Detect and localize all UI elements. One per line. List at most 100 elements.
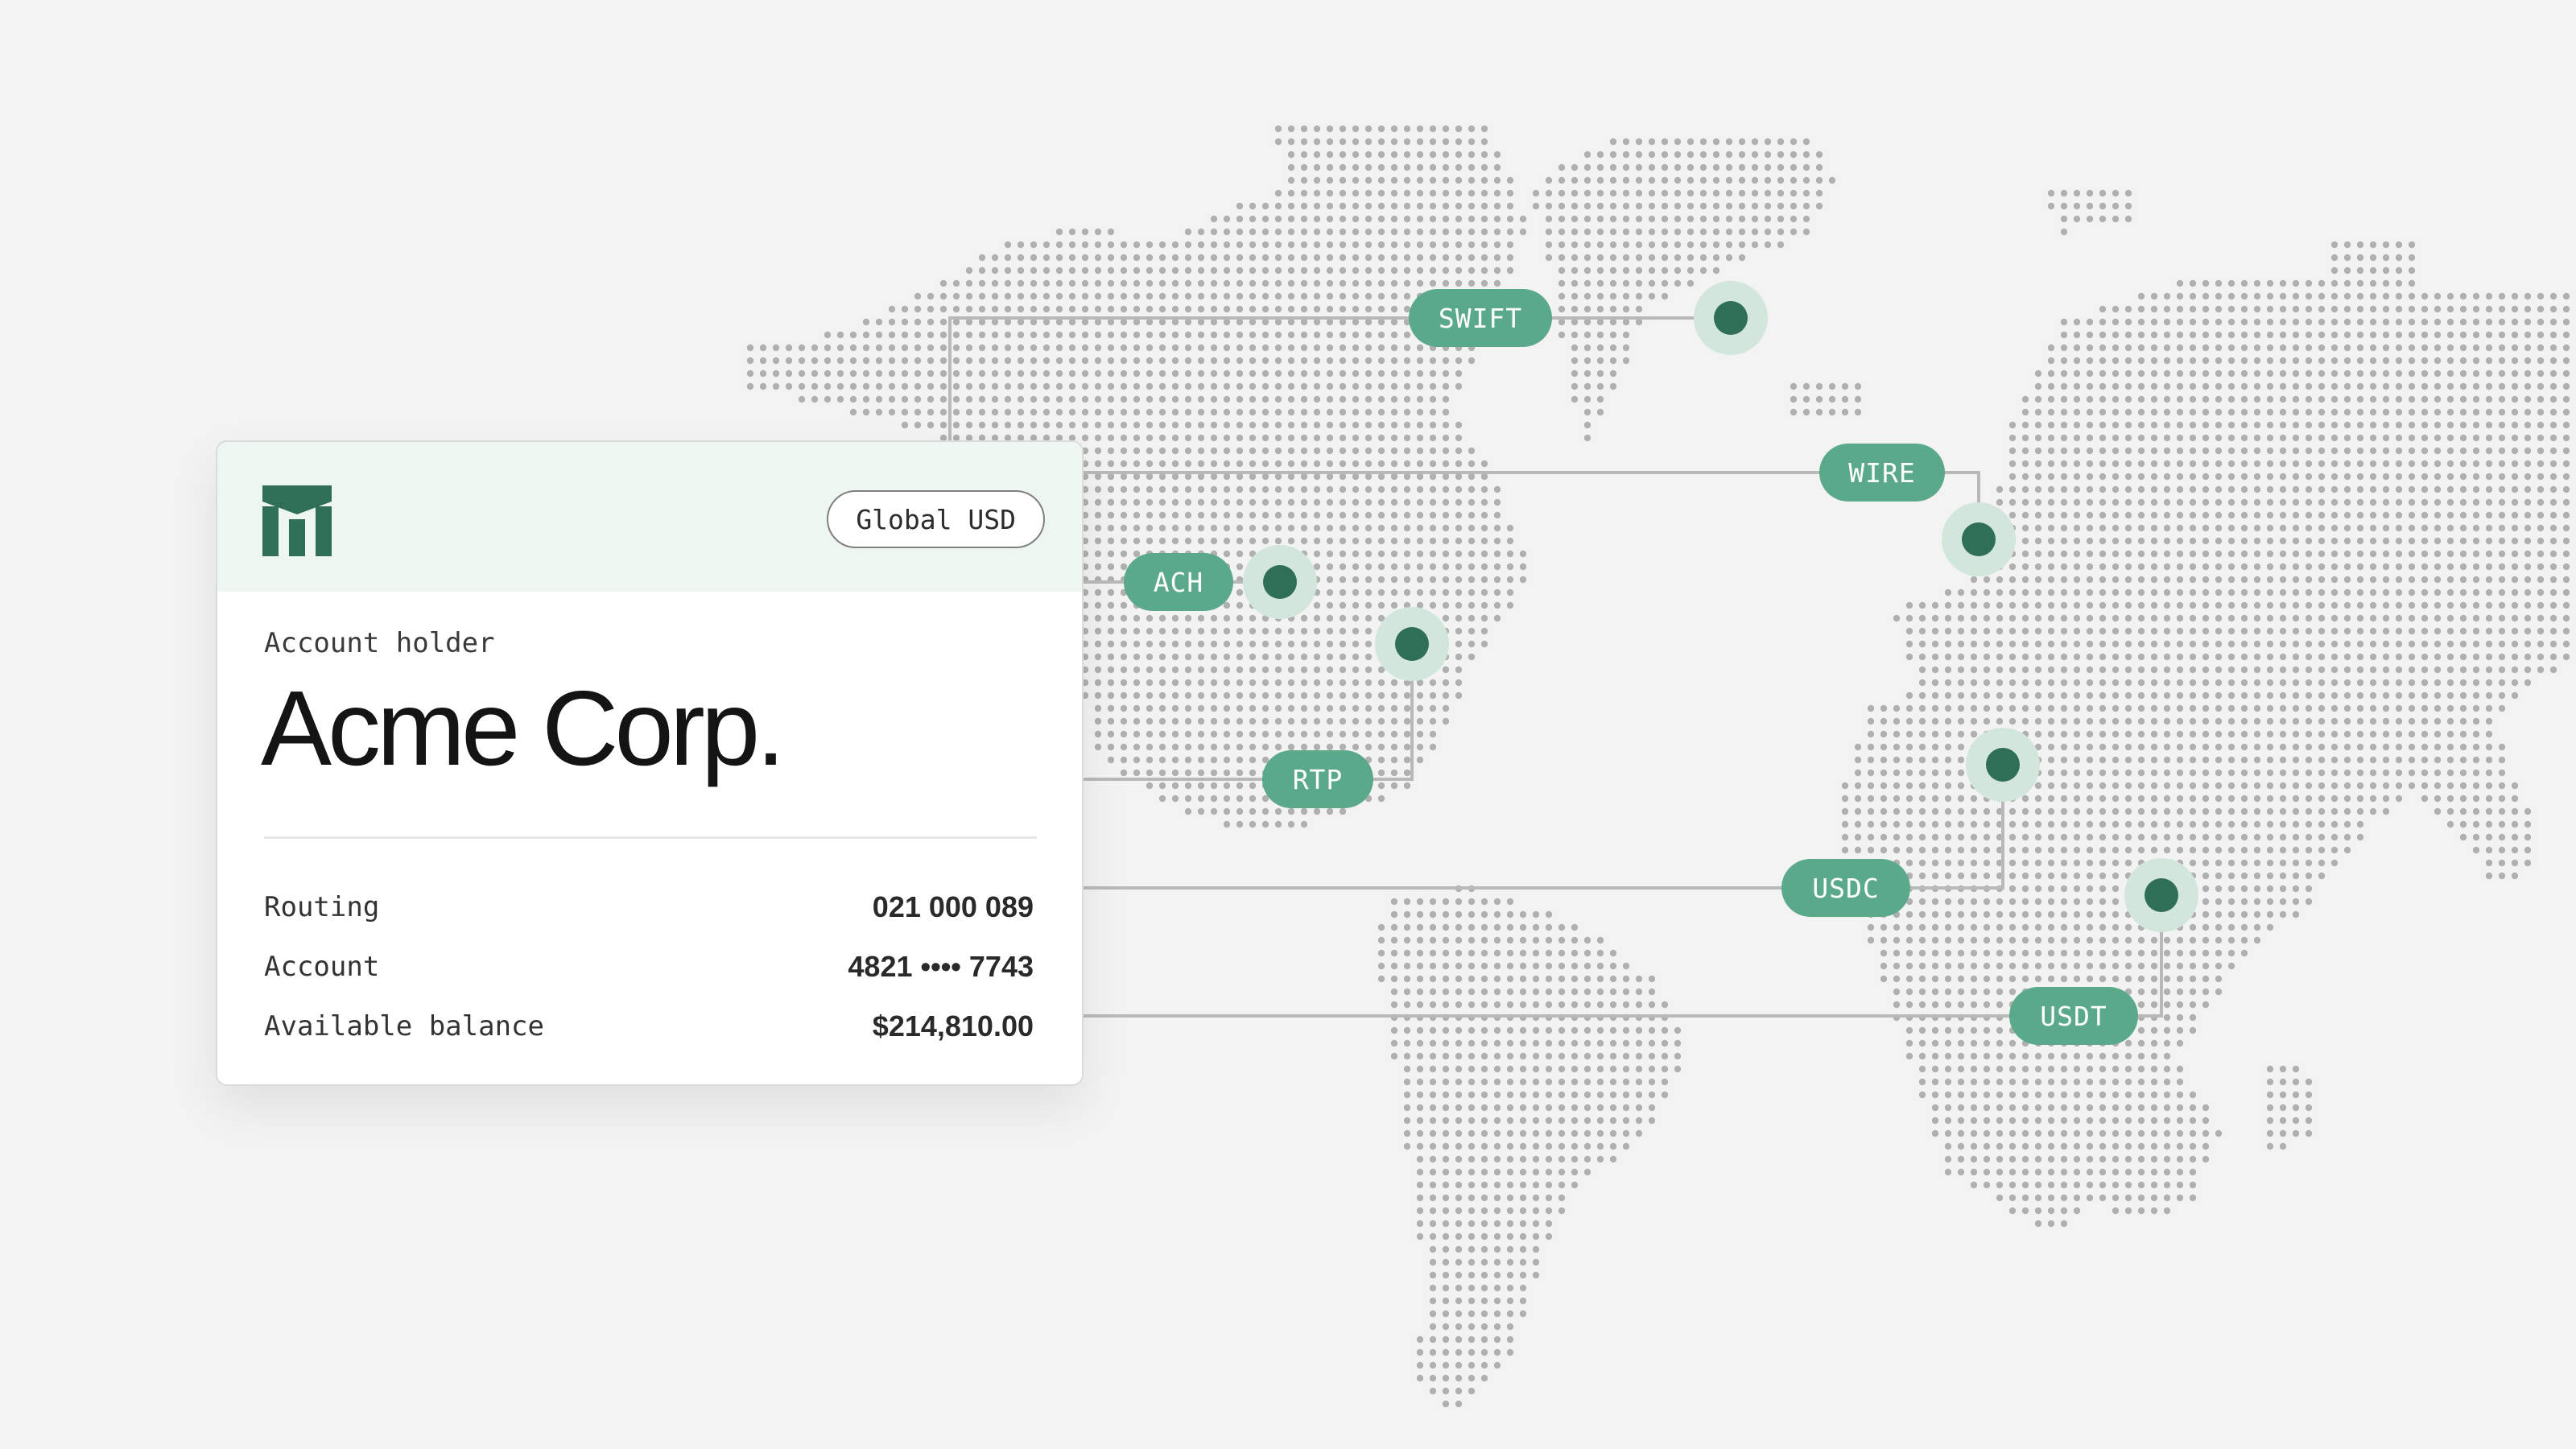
- map-dot: [1133, 357, 1141, 365]
- map-dot: [2305, 730, 2313, 738]
- map-dot: [2137, 1001, 2145, 1009]
- map-dot: [2008, 666, 2017, 674]
- map-dot: [2227, 318, 2235, 326]
- map-dot: [1094, 704, 1102, 712]
- map-dot: [1442, 125, 1450, 133]
- map-dot: [2472, 666, 2480, 674]
- map-dot: [2549, 473, 2557, 481]
- map-dot: [1996, 717, 2004, 725]
- map-dot: [1390, 421, 1398, 429]
- map-dot: [1738, 215, 1746, 223]
- map-dot: [2395, 614, 2403, 622]
- map-dot: [1429, 550, 1437, 558]
- map-dot: [1313, 254, 1321, 262]
- map-dot: [2189, 988, 2197, 996]
- map-dot: [2124, 756, 2132, 764]
- map-dot: [2369, 498, 2377, 506]
- map-dot: [901, 344, 909, 352]
- map-dot: [2524, 395, 2532, 403]
- map-dot: [914, 369, 922, 378]
- map-dot: [1377, 138, 1385, 146]
- map-dot: [1712, 228, 1720, 236]
- map-dot: [2292, 614, 2300, 622]
- map-dot: [965, 369, 973, 378]
- map-dot: [1416, 1052, 1424, 1060]
- map-dot: [1854, 846, 1862, 854]
- map-dot: [2227, 717, 2235, 725]
- map-dot: [1416, 537, 1424, 545]
- map-dot: [2434, 576, 2442, 584]
- map-dot: [2459, 498, 2467, 506]
- map-dot: [1236, 511, 1244, 519]
- map-dot: [2459, 331, 2467, 339]
- map-dot: [1506, 1001, 1514, 1009]
- map-dot: [1468, 138, 1476, 146]
- map-dot: [1184, 524, 1192, 532]
- map-dot: [2408, 344, 2416, 352]
- map-dot: [2215, 357, 2223, 365]
- map-dot: [2137, 988, 2145, 996]
- map-dot: [2253, 563, 2261, 571]
- map-dot: [2112, 743, 2120, 751]
- map-dot: [2524, 305, 2532, 313]
- map-dot: [1648, 163, 1656, 171]
- map-dot: [2562, 653, 2570, 661]
- map-dot: [2524, 331, 2532, 339]
- map-dot: [978, 292, 986, 300]
- map-dot: [2112, 820, 2120, 828]
- map-dot: [1403, 447, 1411, 455]
- map-dot: [2047, 936, 2055, 944]
- map-dot: [1493, 163, 1501, 171]
- map-dot: [1313, 125, 1321, 133]
- map-dot: [1004, 382, 1012, 390]
- map-dot: [1905, 653, 1913, 661]
- map-dot: [1326, 460, 1334, 468]
- map-dot: [1931, 769, 1939, 777]
- map-dot: [2253, 369, 2261, 378]
- map-dot: [1790, 215, 1798, 223]
- map-dot: [2330, 691, 2339, 700]
- map-dot: [1158, 305, 1166, 313]
- map-dot: [1287, 807, 1295, 815]
- map-dot: [1236, 614, 1244, 622]
- map-dot: [2202, 962, 2210, 970]
- map-dot: [1287, 215, 1295, 223]
- map-dot: [1364, 434, 1373, 442]
- map-dot: [1957, 730, 1965, 738]
- map-dot: [901, 395, 909, 403]
- map-dot: [939, 408, 947, 416]
- map-dot: [2279, 498, 2287, 506]
- map-dot: [1558, 305, 1566, 313]
- map-dot: [2305, 679, 2313, 687]
- map-dot: [1017, 318, 1025, 326]
- map-dot: [2253, 331, 2261, 339]
- map-dot: [2189, 949, 2197, 957]
- map-dot: [2086, 215, 2094, 223]
- map-dot: [1416, 704, 1424, 712]
- map-dot: [1918, 782, 1926, 790]
- map-dot: [2099, 936, 2107, 944]
- map-dot: [2485, 588, 2493, 597]
- map-dot: [1609, 228, 1617, 236]
- map-dot: [2112, 614, 2120, 622]
- map-dot: [2099, 962, 2107, 970]
- map-dot: [1622, 163, 1630, 171]
- map-dot: [2021, 923, 2029, 931]
- map-dot: [1197, 679, 1205, 687]
- map-dot: [1236, 524, 1244, 532]
- map-dot: [2150, 975, 2158, 983]
- map-dot: [2395, 447, 2403, 455]
- map-dot: [2318, 717, 2326, 725]
- map-dot: [2395, 704, 2403, 712]
- map-dot: [1493, 524, 1501, 532]
- map-dot: [1609, 305, 1617, 313]
- map-dot: [939, 344, 947, 352]
- map-dot: [2279, 408, 2287, 416]
- map-dot: [2202, 460, 2210, 468]
- map-dot: [1905, 743, 1913, 751]
- map-dot: [2408, 627, 2416, 635]
- map-dot: [2073, 910, 2081, 919]
- map-dot: [1493, 988, 1501, 996]
- map-dot: [1274, 730, 1282, 738]
- map-dot: [2060, 524, 2068, 532]
